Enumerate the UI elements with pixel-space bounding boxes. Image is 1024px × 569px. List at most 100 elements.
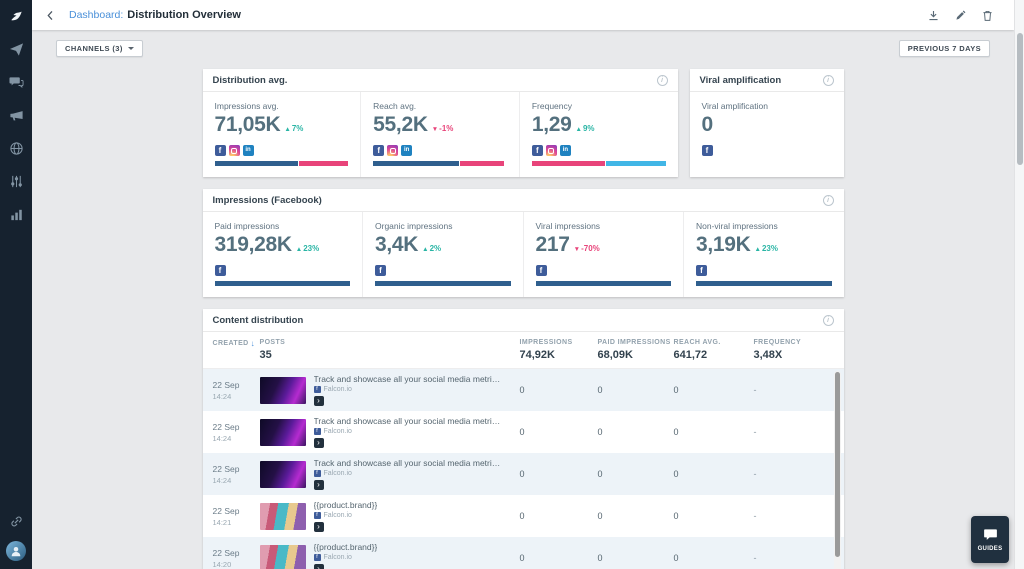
- paper-plane-icon[interactable]: [8, 41, 24, 57]
- delete-trash-icon[interactable]: [981, 9, 994, 22]
- post-source: Falcon.io: [314, 554, 378, 561]
- column-label: CREATED: [213, 340, 249, 347]
- table-row[interactable]: 22 Sep 14:24 Track and showcase all your…: [203, 369, 844, 411]
- frequency-value: -: [754, 469, 844, 479]
- bar-chart-icon[interactable]: [8, 206, 24, 222]
- edit-pencil-icon[interactable]: [954, 9, 967, 22]
- column-label: REACH AVG.: [674, 339, 721, 346]
- megaphone-icon[interactable]: [8, 107, 24, 123]
- globe-icon[interactable]: [8, 140, 24, 156]
- column-total: 641,72: [674, 349, 754, 361]
- falcon-logo: [8, 8, 24, 24]
- created-cell: 22 Sep 14:24: [213, 380, 260, 401]
- column-header-paid-impressions[interactable]: PAID IMPRESSIONS: [598, 339, 674, 346]
- metric-value: 319,28K: [215, 233, 292, 257]
- user-avatar[interactable]: [6, 541, 26, 561]
- link-icon[interactable]: [8, 513, 24, 529]
- delta-value: 9%: [583, 124, 595, 133]
- post-thumbnail: [260, 545, 306, 569]
- paid-impressions-value: 0: [598, 469, 674, 479]
- table-row[interactable]: 22 Sep 14:24 Track and showcase all your…: [203, 411, 844, 453]
- delta-indicator: ▲ 7%: [284, 124, 303, 133]
- post-thumbnail: [260, 419, 306, 446]
- instagram-icon: [387, 145, 398, 156]
- delta-arrow-icon: ▲: [422, 246, 428, 253]
- reach-avg-value: 0: [674, 469, 754, 479]
- channel-icons: [536, 265, 672, 276]
- channel-icons: [696, 265, 832, 276]
- column-header-frequency[interactable]: FREQUENCY: [754, 339, 844, 346]
- facebook-icon: [215, 145, 226, 156]
- delta-indicator: ▲ 23%: [755, 244, 778, 253]
- info-icon[interactable]: [823, 195, 834, 206]
- post-title: Track and showcase all your social media…: [314, 458, 502, 468]
- bar-segment: [696, 281, 832, 286]
- impressions-value: 0: [520, 385, 598, 395]
- post-date: 22 Sep: [213, 422, 260, 432]
- metric-value: 71,05K: [215, 113, 281, 137]
- table-scrollbar-thumb[interactable]: [835, 372, 840, 557]
- info-icon[interactable]: [823, 315, 834, 326]
- delta-arrow-icon: ▲: [296, 246, 302, 253]
- column-label: POSTS: [260, 339, 286, 346]
- delta-value: -1%: [439, 124, 453, 133]
- column-label: PAID IMPRESSIONS: [598, 339, 671, 346]
- table-row[interactable]: 22 Sep 14:20 {{product.brand}} Falcon.io: [203, 537, 844, 569]
- bar-segment: [536, 281, 672, 286]
- chat-bubbles-icon[interactable]: [8, 74, 24, 90]
- main-content: CHANNELS (3) PREVIOUS 7 DAYS Distributio…: [32, 30, 1014, 569]
- column-header-posts[interactable]: POSTS: [260, 339, 520, 346]
- bar-segment: [532, 161, 605, 166]
- post-cell: {{product.brand}} Falcon.io: [260, 542, 520, 569]
- channel-icons: [532, 145, 666, 156]
- post-time: 14:20: [213, 560, 260, 569]
- delta-arrow-icon: ▼: [574, 246, 580, 253]
- date-range-button[interactable]: PREVIOUS 7 DAYS: [899, 40, 990, 57]
- column-header-reach-avg[interactable]: REACH AVG.: [674, 339, 754, 346]
- metric-value: 0: [702, 113, 713, 137]
- bar-segment: [460, 161, 504, 166]
- delta-indicator: ▲ 23%: [296, 244, 319, 253]
- info-icon[interactable]: [657, 75, 668, 86]
- facebook-icon: [215, 265, 226, 276]
- column-header-impressions[interactable]: IMPRESSIONS: [520, 339, 598, 346]
- equalizer-icon[interactable]: [8, 173, 24, 189]
- info-icon[interactable]: [823, 75, 834, 86]
- created-cell: 22 Sep 14:24: [213, 422, 260, 443]
- post-source-name: Falcon.io: [324, 428, 352, 435]
- post-source: Falcon.io: [314, 512, 378, 519]
- reach-avg-value: 0: [674, 553, 754, 563]
- linkedin-icon: [401, 145, 412, 156]
- breadcrumb[interactable]: Dashboard:: [69, 9, 123, 21]
- column-header-created[interactable]: CREATED: [213, 339, 260, 348]
- paid-impressions-value: 0: [598, 385, 674, 395]
- delta-indicator: ▲ 9%: [576, 124, 595, 133]
- back-button[interactable]: [44, 9, 57, 22]
- table-row[interactable]: 22 Sep 14:21 {{product.brand}} Falcon.io: [203, 495, 844, 537]
- delta-arrow-icon: ▲: [755, 246, 761, 253]
- metric-value: 217: [536, 233, 570, 257]
- facebook-icon: [314, 554, 321, 561]
- dark-post-icon: [314, 438, 324, 448]
- metric-label: Viral impressions: [536, 221, 672, 231]
- facebook-icon: [314, 470, 321, 477]
- linkedin-icon: [560, 145, 571, 156]
- sidebar-bottom: [6, 513, 26, 561]
- metric-label: Paid impressions: [215, 221, 351, 231]
- guides-button[interactable]: GUIDES: [971, 516, 1009, 563]
- post-thumbnail: [260, 503, 306, 530]
- page-scrollbar[interactable]: [1014, 0, 1024, 569]
- delta-arrow-icon: ▲: [576, 126, 582, 133]
- post-info: {{product.brand}} Falcon.io: [314, 542, 378, 569]
- download-icon[interactable]: [927, 9, 940, 22]
- channels-filter-button[interactable]: CHANNELS (3): [56, 40, 143, 57]
- card-header: Distribution avg.: [203, 69, 678, 92]
- page-scrollbar-thumb[interactable]: [1017, 33, 1023, 165]
- instagram-icon: [546, 145, 557, 156]
- app-sidebar: [0, 0, 32, 569]
- table-row[interactable]: 22 Sep 14:24 Track and showcase all your…: [203, 453, 844, 495]
- post-info: Track and showcase all your social media…: [314, 416, 502, 448]
- table-scrollbar[interactable]: [834, 371, 841, 569]
- channel-icons: [375, 265, 511, 276]
- metric-paid-impressions: Paid impressions 319,28K ▲ 23%: [203, 212, 364, 297]
